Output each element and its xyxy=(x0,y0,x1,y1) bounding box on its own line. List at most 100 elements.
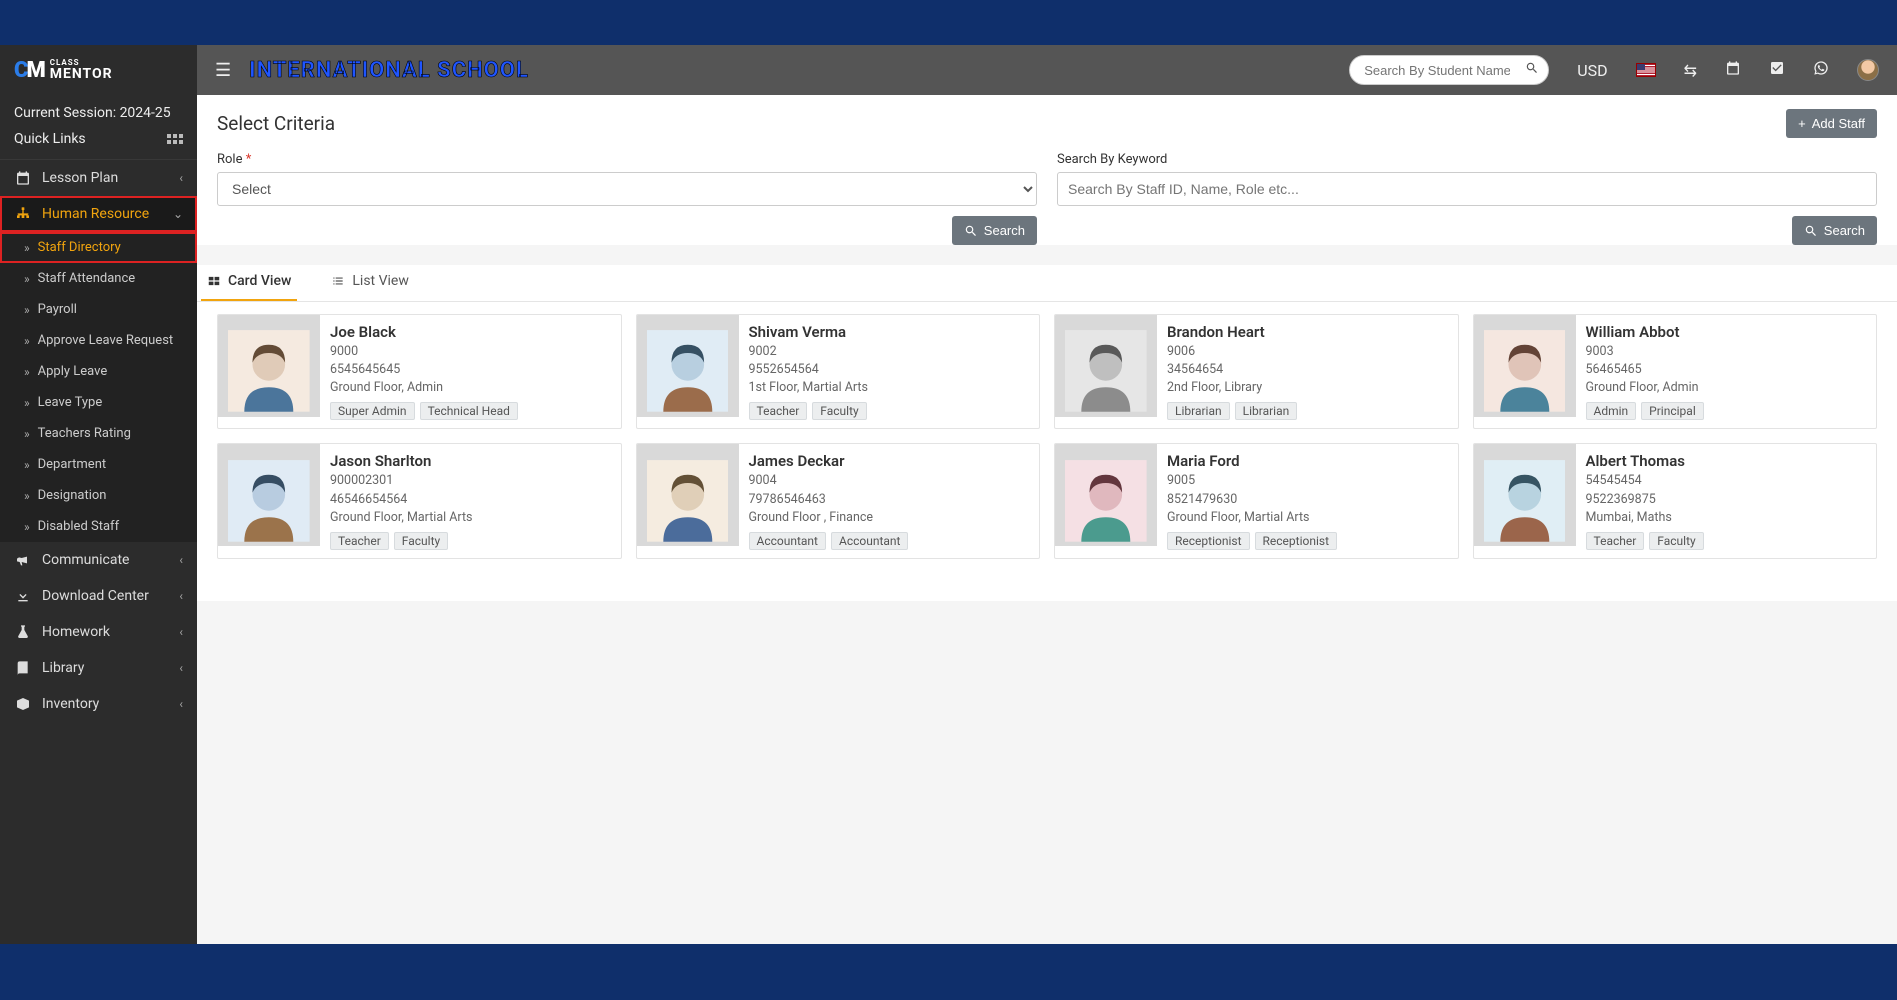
staff-id: 9002 xyxy=(749,343,1030,361)
search-icon[interactable] xyxy=(1525,61,1539,79)
staff-id: 9006 xyxy=(1167,343,1448,361)
sidebar-item-inventory[interactable]: Inventory‹ xyxy=(0,686,197,722)
double-chevron-icon: » xyxy=(24,458,30,472)
staff-name: Joe Black xyxy=(330,323,611,341)
sidebar-item-label: Apply Leave xyxy=(38,364,108,379)
role-tag: Principal xyxy=(1641,402,1704,420)
staff-phone: 79786546463 xyxy=(749,491,1030,509)
staff-name: Jason Sharlton xyxy=(330,452,611,470)
swap-icon[interactable]: ⇆ xyxy=(1684,61,1697,80)
currency-label[interactable]: USD xyxy=(1577,61,1607,80)
sidebar-subitem-payroll[interactable]: » Payroll xyxy=(0,294,197,325)
quick-links-row[interactable]: Quick Links xyxy=(0,125,197,160)
sidebar-item-lesson-plan[interactable]: Lesson Plan ‹ xyxy=(0,160,197,196)
sidebar-item-human-resource[interactable]: Human Resource ⌄ xyxy=(0,196,197,232)
sidebar-subitem-disabled-staff[interactable]: »Disabled Staff xyxy=(0,511,197,542)
staff-info: Maria Ford90058521479630Ground Floor, Ma… xyxy=(1157,444,1458,557)
sidebar-item-label: Payroll xyxy=(38,302,77,317)
staff-card[interactable]: Brandon Heart9006345646542nd Floor, Libr… xyxy=(1054,314,1459,429)
staff-id: 54545454 xyxy=(1586,472,1867,490)
page-top-band xyxy=(0,0,1897,45)
brand-logo[interactable]: CM CLASS MENTOR xyxy=(0,45,197,95)
sidebar-item-download-center[interactable]: Download Center‹ xyxy=(0,578,197,614)
main-content: Select Criteria + Add Staff Role * Selec… xyxy=(197,95,1897,944)
add-staff-button[interactable]: + Add Staff xyxy=(1786,109,1877,138)
staff-dept: Ground Floor , Finance xyxy=(749,509,1030,527)
sidebar-subitem-department[interactable]: »Department xyxy=(0,449,197,480)
sidebar-item-homework[interactable]: Homework‹ xyxy=(0,614,197,650)
sidebar-item-label: Approve Leave Request xyxy=(38,333,174,348)
tab-card-view[interactable]: Card View xyxy=(201,265,297,301)
double-chevron-icon: » xyxy=(24,272,30,286)
sidebar-subitem-apply-leave[interactable]: »Apply Leave xyxy=(0,356,197,387)
avatar-placeholder-icon xyxy=(1484,325,1566,417)
double-chevron-icon: » xyxy=(24,334,30,348)
check-square-icon[interactable] xyxy=(1769,60,1785,80)
staff-name: William Abbot xyxy=(1586,323,1867,341)
chevron-left-icon: ‹ xyxy=(179,697,183,711)
staff-card[interactable]: James Deckar900479786546463Ground Floor … xyxy=(636,443,1041,558)
plus-icon: + xyxy=(1798,116,1806,131)
role-tag: Faculty xyxy=(394,532,448,550)
staff-photo xyxy=(218,444,320,546)
flag-us-icon[interactable] xyxy=(1636,63,1656,77)
role-tag: Faculty xyxy=(1649,532,1703,550)
role-tag: Teacher xyxy=(1586,532,1645,550)
menu-toggle-icon[interactable]: ☰ xyxy=(215,60,231,81)
sidebar-item-communicate[interactable]: Communicate‹ xyxy=(0,542,197,578)
app-header: ☰ INTERNATIONAL SCHOOL USD ⇆ xyxy=(197,45,1897,95)
staff-card[interactable]: Maria Ford90058521479630Ground Floor, Ma… xyxy=(1054,443,1459,558)
avatar-placeholder-icon xyxy=(228,455,310,547)
student-search-input[interactable] xyxy=(1349,55,1549,85)
role-select[interactable]: Select xyxy=(217,172,1037,206)
staff-photo xyxy=(1474,315,1576,417)
tab-list-view[interactable]: List View xyxy=(325,265,415,301)
role-tag: Accountant xyxy=(749,532,826,550)
staff-card[interactable]: Joe Black90006545645645Ground Floor, Adm… xyxy=(217,314,622,429)
staff-card[interactable]: Albert Thomas545454549522369875Mumbai, M… xyxy=(1473,443,1878,558)
double-chevron-icon: » xyxy=(24,303,30,317)
sidebar-item-label: Lesson Plan xyxy=(42,170,118,186)
sidebar-subitem-leave-type[interactable]: »Leave Type xyxy=(0,387,197,418)
staff-phone: 9522369875 xyxy=(1586,491,1867,509)
staff-card[interactable]: Jason Sharlton90000230146546654564Ground… xyxy=(217,443,622,558)
keyword-input[interactable] xyxy=(1057,172,1877,206)
sidebar-subitem-teachers-rating[interactable]: »Teachers Rating xyxy=(0,418,197,449)
role-tag: Teacher xyxy=(749,402,808,420)
whatsapp-icon[interactable] xyxy=(1813,60,1829,80)
staff-info: Brandon Heart9006345646542nd Floor, Libr… xyxy=(1157,315,1458,428)
page-bottom-band xyxy=(0,944,1897,1000)
download-icon xyxy=(14,588,32,604)
sidebar-item-library[interactable]: Library‹ xyxy=(0,650,197,686)
role-search-button[interactable]: Search xyxy=(952,216,1037,245)
staff-card[interactable]: Shivam Verma900295526545641st Floor, Mar… xyxy=(636,314,1041,429)
staff-photo xyxy=(1055,315,1157,417)
grid-icon xyxy=(167,134,183,144)
chevron-left-icon: ‹ xyxy=(179,553,183,567)
sidebar-item-label: Staff Directory xyxy=(38,240,121,255)
sidebar-subitem-staff-directory[interactable]: »Staff Directory xyxy=(0,232,197,263)
sidebar-subitem-designation[interactable]: »Designation xyxy=(0,480,197,511)
sidebar-subitem-approve-leave-request[interactable]: » Approve Leave Request xyxy=(0,325,197,356)
sidebar-item-label: Teachers Rating xyxy=(38,426,131,441)
avatar-placeholder-icon xyxy=(228,325,310,417)
staff-info: James Deckar900479786546463Ground Floor … xyxy=(739,444,1040,557)
role-tag: Receptionist xyxy=(1167,532,1250,550)
staff-dept: Ground Floor, Admin xyxy=(330,379,611,397)
logo-text: CLASS MENTOR xyxy=(50,59,113,81)
list-view-icon xyxy=(331,274,345,288)
current-session-label: Current Session: 2024-25 xyxy=(0,95,197,125)
avatar-placeholder-icon xyxy=(1484,455,1566,547)
staff-name: James Deckar xyxy=(749,452,1030,470)
staff-card[interactable]: William Abbot900356465465Ground Floor, A… xyxy=(1473,314,1878,429)
role-tag: Super Admin xyxy=(330,402,415,420)
staff-info: Albert Thomas545454549522369875Mumbai, M… xyxy=(1576,444,1877,557)
flask-icon xyxy=(14,624,32,640)
sidebar-subitem-staff-attendance[interactable]: »Staff Attendance xyxy=(0,263,197,294)
staff-name: Shivam Verma xyxy=(749,323,1030,341)
staff-phone: 34564654 xyxy=(1167,361,1448,379)
staff-dept: Ground Floor, Martial Arts xyxy=(1167,509,1448,527)
user-avatar[interactable] xyxy=(1857,59,1879,81)
keyword-search-button[interactable]: Search xyxy=(1792,216,1877,245)
calendar-icon[interactable] xyxy=(1725,60,1741,80)
